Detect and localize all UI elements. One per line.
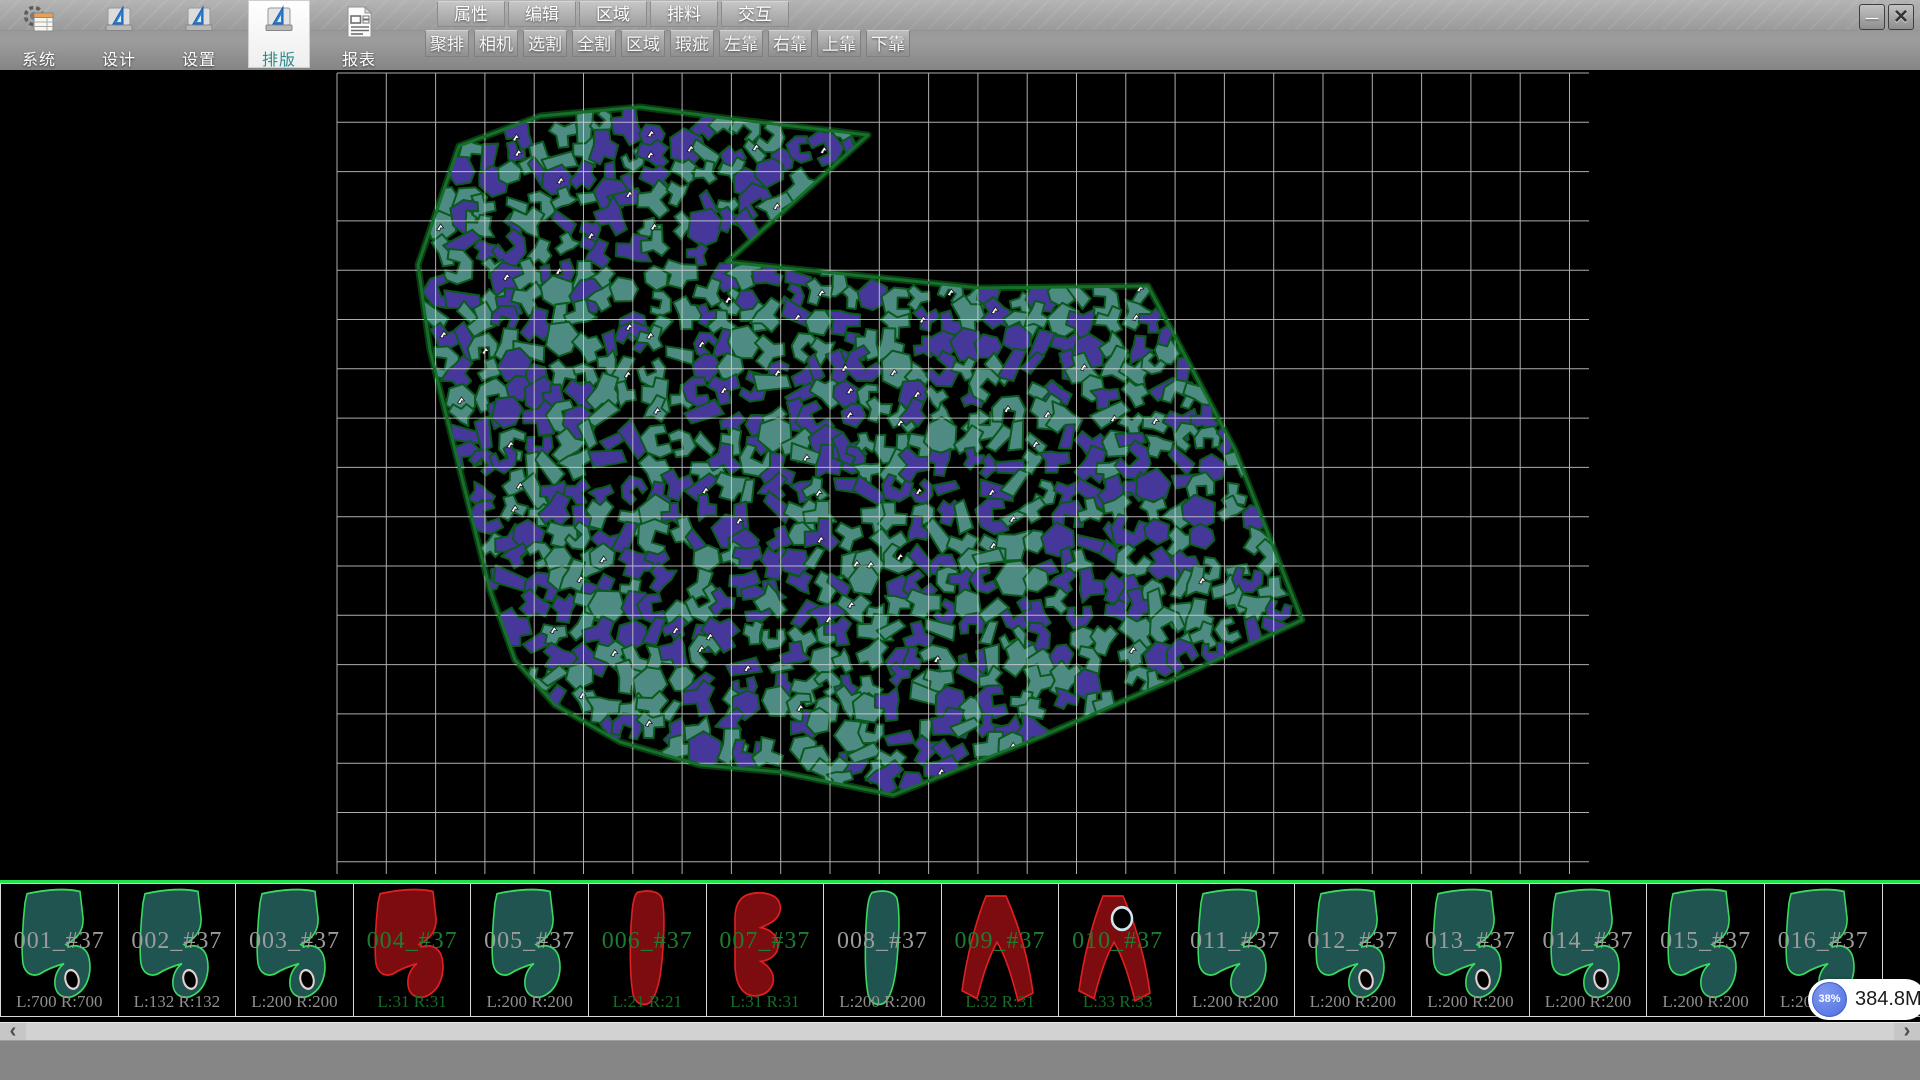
scroll-left-button[interactable]: ‹: [0, 1023, 26, 1041]
nav-system-button[interactable]: 系统: [8, 0, 70, 68]
thumbnail-cell[interactable]: 010_#37L:33 R:33: [1058, 883, 1177, 1017]
piece-shape: [1655, 887, 1755, 1011]
nav-label: 设置: [168, 46, 230, 70]
tool-select-cut[interactable]: 选割: [523, 30, 567, 57]
h-scrollbar[interactable]: ‹ ›: [0, 1022, 1920, 1040]
tool-align-right[interactable]: 右靠: [768, 30, 812, 57]
piece-shape: [597, 887, 697, 1011]
thumbnail-cell[interactable]: 013_#37L:200 R:200: [1411, 883, 1530, 1017]
nesting-icon: [261, 27, 297, 44]
nav-label: 报表: [328, 46, 390, 70]
thumbnail-cell[interactable]: 004_#37L:31 R:31: [353, 883, 472, 1017]
menu-tab-nesting[interactable]: 排料: [650, 1, 718, 27]
scroll-right-button[interactable]: ›: [1894, 1023, 1920, 1041]
piece-shape: [362, 887, 462, 1011]
thumbnail-cell[interactable]: 005_#37L:200 R:200: [470, 883, 589, 1017]
piece-shape: [1067, 887, 1167, 1011]
nav-label: 系统: [8, 46, 70, 70]
nav-design-button[interactable]: 设计: [88, 0, 150, 68]
thumbnail-strip: 001_#37L:700 R:700002_#37L:132 R:132003_…: [0, 883, 1920, 1022]
menu-tab-edit[interactable]: 编辑: [508, 1, 576, 27]
piece-shape: [1303, 887, 1403, 1011]
nav-settings-button[interactable]: 设置: [168, 0, 230, 68]
close-icon: ×: [1889, 3, 1913, 31]
tool-bar: 聚排相机选割全割区域瑕疵左靠右靠上靠下靠: [425, 30, 910, 57]
tool-cluster-nest[interactable]: 聚排: [425, 30, 469, 57]
piece-shape: [832, 887, 932, 1011]
piece-shape: [1185, 887, 1285, 1011]
status-bar: [0, 1040, 1920, 1080]
piece-shape: [9, 887, 109, 1011]
piece-shape: [715, 887, 815, 1011]
settings-icon: [181, 27, 217, 44]
menu-tab-interaction[interactable]: 交互: [721, 1, 789, 27]
thumbnail-cell[interactable]: 011_#37L:200 R:200: [1176, 883, 1295, 1017]
close-button[interactable]: ×: [1888, 4, 1914, 30]
thumbnail-cell[interactable]: 009_#37L:32 R:31: [941, 883, 1060, 1017]
progress-percent: 38%: [1818, 993, 1840, 1005]
progress-circle: 38%: [1812, 982, 1847, 1017]
tool-defect[interactable]: 瑕疵: [670, 30, 714, 57]
thumbnail-cell[interactable]: 008_#37L:200 R:200: [823, 883, 942, 1017]
menu-tab-bar: 属性编辑区域排料交互: [437, 1, 789, 27]
tool-align-top[interactable]: 上靠: [817, 30, 861, 57]
nav-label: 排版: [248, 46, 310, 70]
piece-shape: [127, 887, 227, 1011]
nav-nesting-button[interactable]: 排版: [248, 0, 310, 68]
memory-badge: 38% 384.8M: [1808, 979, 1920, 1020]
tool-region[interactable]: 区域: [621, 30, 665, 57]
thumbnail-cell[interactable]: 012_#37L:200 R:200: [1294, 883, 1413, 1017]
report-icon: [341, 27, 377, 44]
thumbnail-cell[interactable]: 003_#37L:200 R:200: [235, 883, 354, 1017]
tool-camera[interactable]: 相机: [474, 30, 518, 57]
nav-report-button[interactable]: 报表: [328, 0, 390, 68]
nesting-canvas-svg: [0, 70, 1920, 880]
toolbar: 系统设计设置排版报表 属性编辑区域排料交互 聚排相机选割全割区域瑕疵左靠右靠上靠…: [0, 0, 1920, 71]
design-icon: [101, 27, 137, 44]
thumbnail-cell[interactable]: 001_#37L:700 R:700: [0, 883, 119, 1017]
thumbnail-cell[interactable]: 014_#37L:200 R:200: [1529, 883, 1648, 1017]
minimize-icon: ─: [1860, 8, 1884, 29]
menu-tab-properties[interactable]: 属性: [437, 1, 505, 27]
thumbnail-cell[interactable]: 007_#37L:31 R:31: [706, 883, 825, 1017]
piece-shape: [244, 887, 344, 1011]
system-icon: [21, 27, 57, 44]
memory-value: 384.8M: [1855, 979, 1920, 1020]
thumbnail-cell[interactable]: 002_#37L:132 R:132: [118, 883, 237, 1017]
piece-shape: [1538, 887, 1638, 1011]
thumbnail-cell[interactable]: 006_#37L:21 R:21: [588, 883, 707, 1017]
piece-shape: [1420, 887, 1520, 1011]
nav-label: 设计: [88, 46, 150, 70]
piece-shape: [479, 887, 579, 1011]
menu-tab-region[interactable]: 区域: [579, 1, 647, 27]
minimize-button[interactable]: ─: [1859, 4, 1885, 30]
tool-align-left[interactable]: 左靠: [719, 30, 763, 57]
thumbnail-cell[interactable]: 015_#37L:200 R:200: [1646, 883, 1765, 1017]
tool-cut-all[interactable]: 全割: [572, 30, 616, 57]
tool-align-bottom[interactable]: 下靠: [866, 30, 910, 57]
piece-shape: [950, 887, 1050, 1011]
nesting-canvas[interactable]: [0, 70, 1920, 880]
